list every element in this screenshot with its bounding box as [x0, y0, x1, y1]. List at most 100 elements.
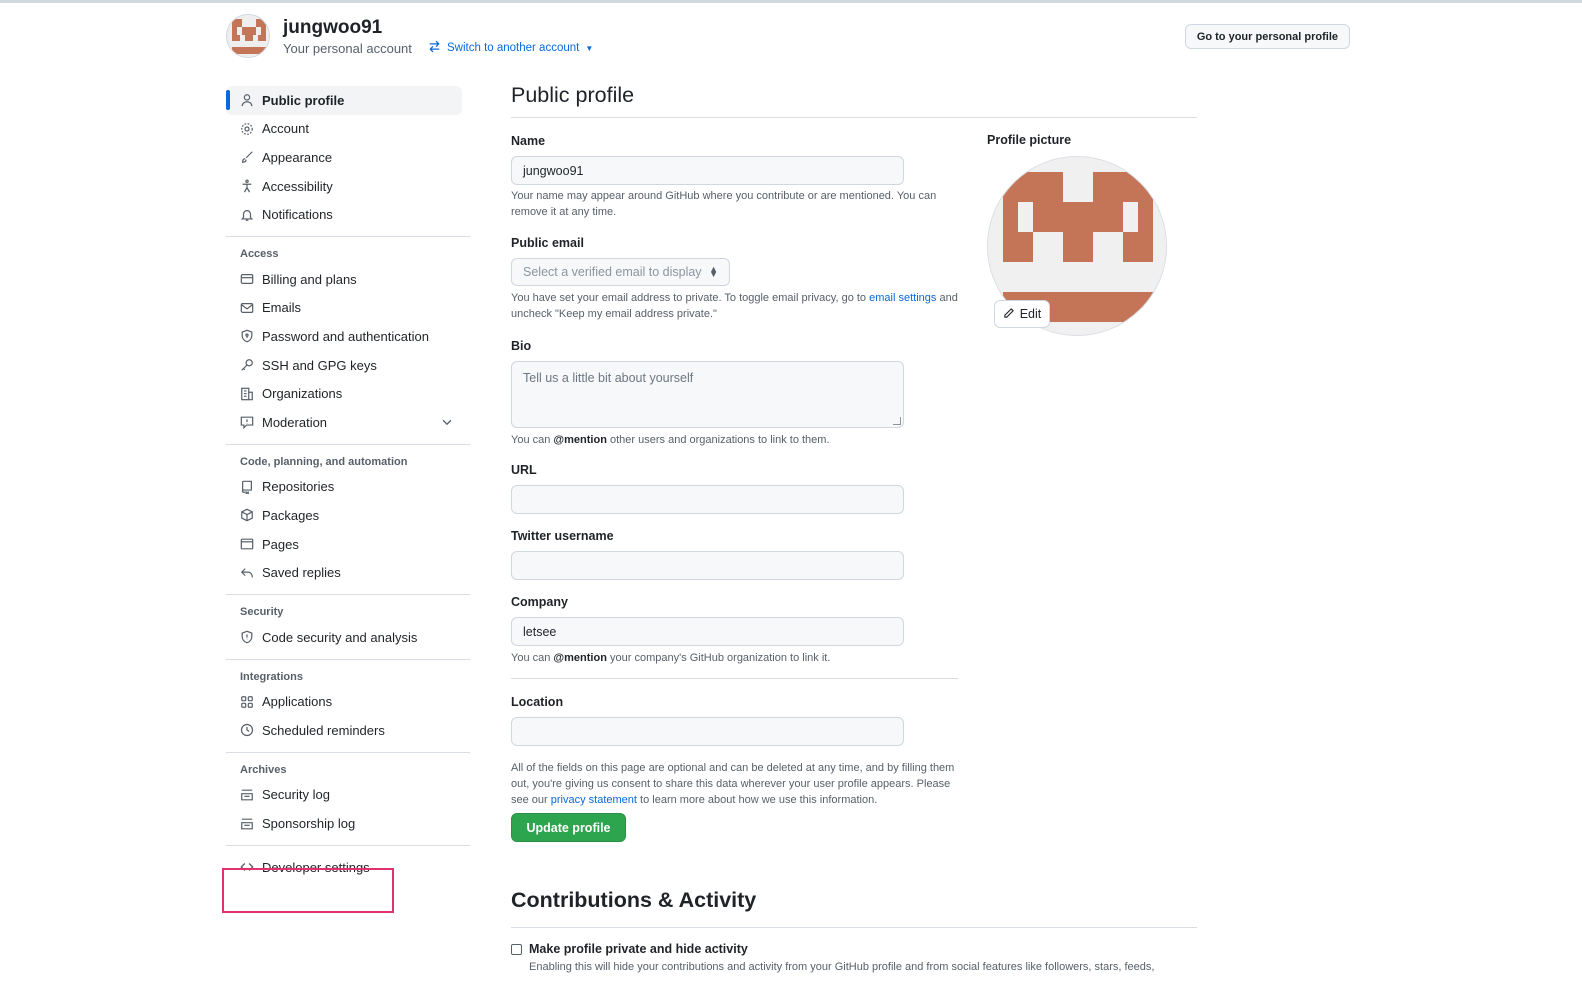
account-header: jungwoo91 Your personal account Switch t…: [226, 14, 1350, 60]
sidebar-item-organizations[interactable]: Organizations: [226, 379, 470, 408]
sidebar-item-label: Billing and plans: [262, 271, 357, 287]
public-email-selected: Select a verified email to display: [523, 265, 702, 279]
sidebar-item-label: Moderation: [262, 414, 328, 430]
sidebar-item-label: Repositories: [262, 479, 335, 495]
sidebar-item-label: Accessibility: [262, 178, 333, 194]
key-icon: [240, 358, 254, 372]
sidebar-item-label: Pages: [262, 536, 299, 552]
edit-label: Edit: [1019, 307, 1042, 321]
twitter-label: Twitter username: [511, 529, 614, 543]
optional-fields-hint: All of the fields on this page are optio…: [511, 760, 961, 808]
shield-lock-icon: [240, 329, 254, 343]
sidebar-item-moderation[interactable]: Moderation: [226, 408, 470, 437]
form-divider: [511, 678, 958, 679]
sidebar-item-pages[interactable]: Pages: [226, 530, 470, 559]
package-icon: [240, 508, 254, 522]
sidebar-divider: [226, 844, 470, 846]
sidebar-item-packages[interactable]: Packages: [226, 501, 470, 530]
name-label: Name: [511, 134, 546, 148]
sidebar-item-applications[interactable]: Applications: [226, 688, 470, 717]
bio-placeholder: Tell us a little bit about yourself: [523, 371, 694, 385]
page-title: Public profile: [511, 80, 1197, 118]
sidebar-item-appearance[interactable]: Appearance: [226, 143, 470, 172]
sidebar-item-scheduled-reminders[interactable]: Scheduled reminders: [226, 716, 470, 745]
pencil-icon: [1003, 307, 1015, 322]
company-hint: You can @mention your company's GitHub o…: [511, 650, 959, 666]
sidebar-item-account[interactable]: Account: [226, 115, 470, 144]
optional-fields-hint-text-2: to learn more about how we use this info…: [640, 794, 878, 806]
profile-main: Public profile Name jungwoo91 Your name …: [511, 80, 1197, 973]
url-field[interactable]: [511, 485, 904, 514]
sidebar-heading-archives: Archives: [240, 763, 287, 776]
repo-icon: [240, 480, 254, 494]
sidebar-item-sponsorship-log[interactable]: Sponsorship log: [226, 809, 470, 838]
caret-down-icon: ▼: [585, 43, 594, 53]
gear-icon: [240, 122, 254, 136]
privacy-statement-link[interactable]: privacy statement: [551, 794, 637, 806]
person-icon: [240, 93, 254, 107]
email-settings-link[interactable]: email settings: [869, 292, 936, 304]
contributions-section-title: Contributions & Activity: [511, 888, 1197, 928]
chevron-down-icon[interactable]: [440, 415, 454, 429]
sidebar-item-label: Public profile: [262, 92, 345, 108]
paintbrush-icon: [240, 150, 254, 164]
name-field[interactable]: jungwoo91: [511, 156, 904, 185]
sidebar-item-label: Packages: [262, 507, 320, 523]
sidebar-heading-access: Access: [240, 247, 279, 260]
bio-hint: You can @mention other users and organiz…: [511, 432, 959, 448]
sidebar-item-label: Applications: [262, 694, 333, 710]
sidebar-item-label: Account: [262, 121, 309, 137]
sidebar-item-emails[interactable]: Emails: [226, 294, 470, 323]
avatar[interactable]: [226, 14, 270, 58]
profile-picture-label: Profile picture: [987, 133, 1072, 147]
reply-icon: [240, 566, 254, 580]
bio-hint-text: You can: [511, 434, 551, 446]
sidebar-item-public-profile[interactable]: Public profile: [226, 86, 462, 115]
sidebar-item-label: SSH and GPG keys: [262, 357, 377, 373]
sidebar-heading-integrations: Integrations: [240, 670, 303, 683]
sidebar-item-label: Scheduled reminders: [262, 722, 385, 738]
sidebar-item-billing[interactable]: Billing and plans: [226, 265, 470, 294]
location-field[interactable]: [511, 717, 904, 746]
private-profile-checkbox-label[interactable]: Make profile private and hide activity: [529, 942, 748, 956]
name-hint: Your name may appear around GitHub where…: [511, 190, 937, 218]
switch-account-link[interactable]: Switch to another account ▼: [428, 40, 593, 56]
bio-textarea[interactable]: Tell us a little bit about yourself: [511, 361, 904, 428]
sidebar-item-label: Password and authentication: [262, 328, 429, 344]
sidebar-item-accessibility[interactable]: Accessibility: [226, 172, 470, 201]
codescan-icon: [240, 630, 254, 644]
sidebar-heading-security: Security: [240, 605, 284, 618]
private-profile-hint: Enabling this will hide your contributio…: [529, 961, 1155, 973]
sidebar-item-label: Organizations: [262, 386, 343, 402]
sidebar-heading-code: Code, planning, and automation: [240, 455, 408, 468]
sidebar-item-ssh-gpg[interactable]: SSH and GPG keys: [226, 351, 470, 380]
edit-picture-button[interactable]: Edit: [994, 300, 1050, 328]
bio-label: Bio: [511, 339, 532, 353]
sidebar-item-security-log[interactable]: Security log: [226, 781, 470, 810]
sidebar-item-repositories[interactable]: Repositories: [226, 473, 470, 502]
bell-icon: [240, 208, 254, 222]
sidebar-item-code-security[interactable]: Code security and analysis: [226, 623, 470, 652]
resize-handle-icon[interactable]: [893, 417, 901, 425]
sidebar-item-password-auth[interactable]: Password and authentication: [226, 322, 470, 351]
company-hint-text-2: your company's GitHub organization to li…: [610, 652, 831, 664]
public-email-select[interactable]: Select a verified email to display ▲ ▼: [511, 258, 730, 286]
sidebar-item-saved-replies[interactable]: Saved replies: [226, 558, 470, 587]
update-profile-button[interactable]: Update profile: [511, 813, 626, 842]
sidebar-item-notifications[interactable]: Notifications: [226, 200, 470, 229]
private-profile-checkbox-row[interactable]: Make profile private and hide activity: [511, 942, 748, 956]
go-to-profile-button[interactable]: Go to your personal profile: [1184, 24, 1350, 49]
location-label: Location: [511, 695, 564, 709]
company-field[interactable]: letsee: [511, 617, 904, 646]
company-hint-mention: @mention: [553, 652, 607, 664]
username: jungwoo91: [283, 17, 383, 38]
company-hint-text: You can: [511, 652, 551, 664]
private-profile-checkbox[interactable]: [511, 943, 522, 955]
sidebar-item-label: Security log: [262, 787, 330, 803]
public-email-hint-text: You have set your email address to priva…: [511, 292, 867, 304]
report-icon: [240, 415, 254, 430]
bio-hint-text-2: other users and organizations to link to…: [610, 434, 830, 446]
sidebar-item-label: Code security and analysis: [262, 629, 418, 645]
twitter-field[interactable]: [511, 551, 904, 580]
select-arrows-icon: ▲ ▼: [709, 264, 718, 279]
